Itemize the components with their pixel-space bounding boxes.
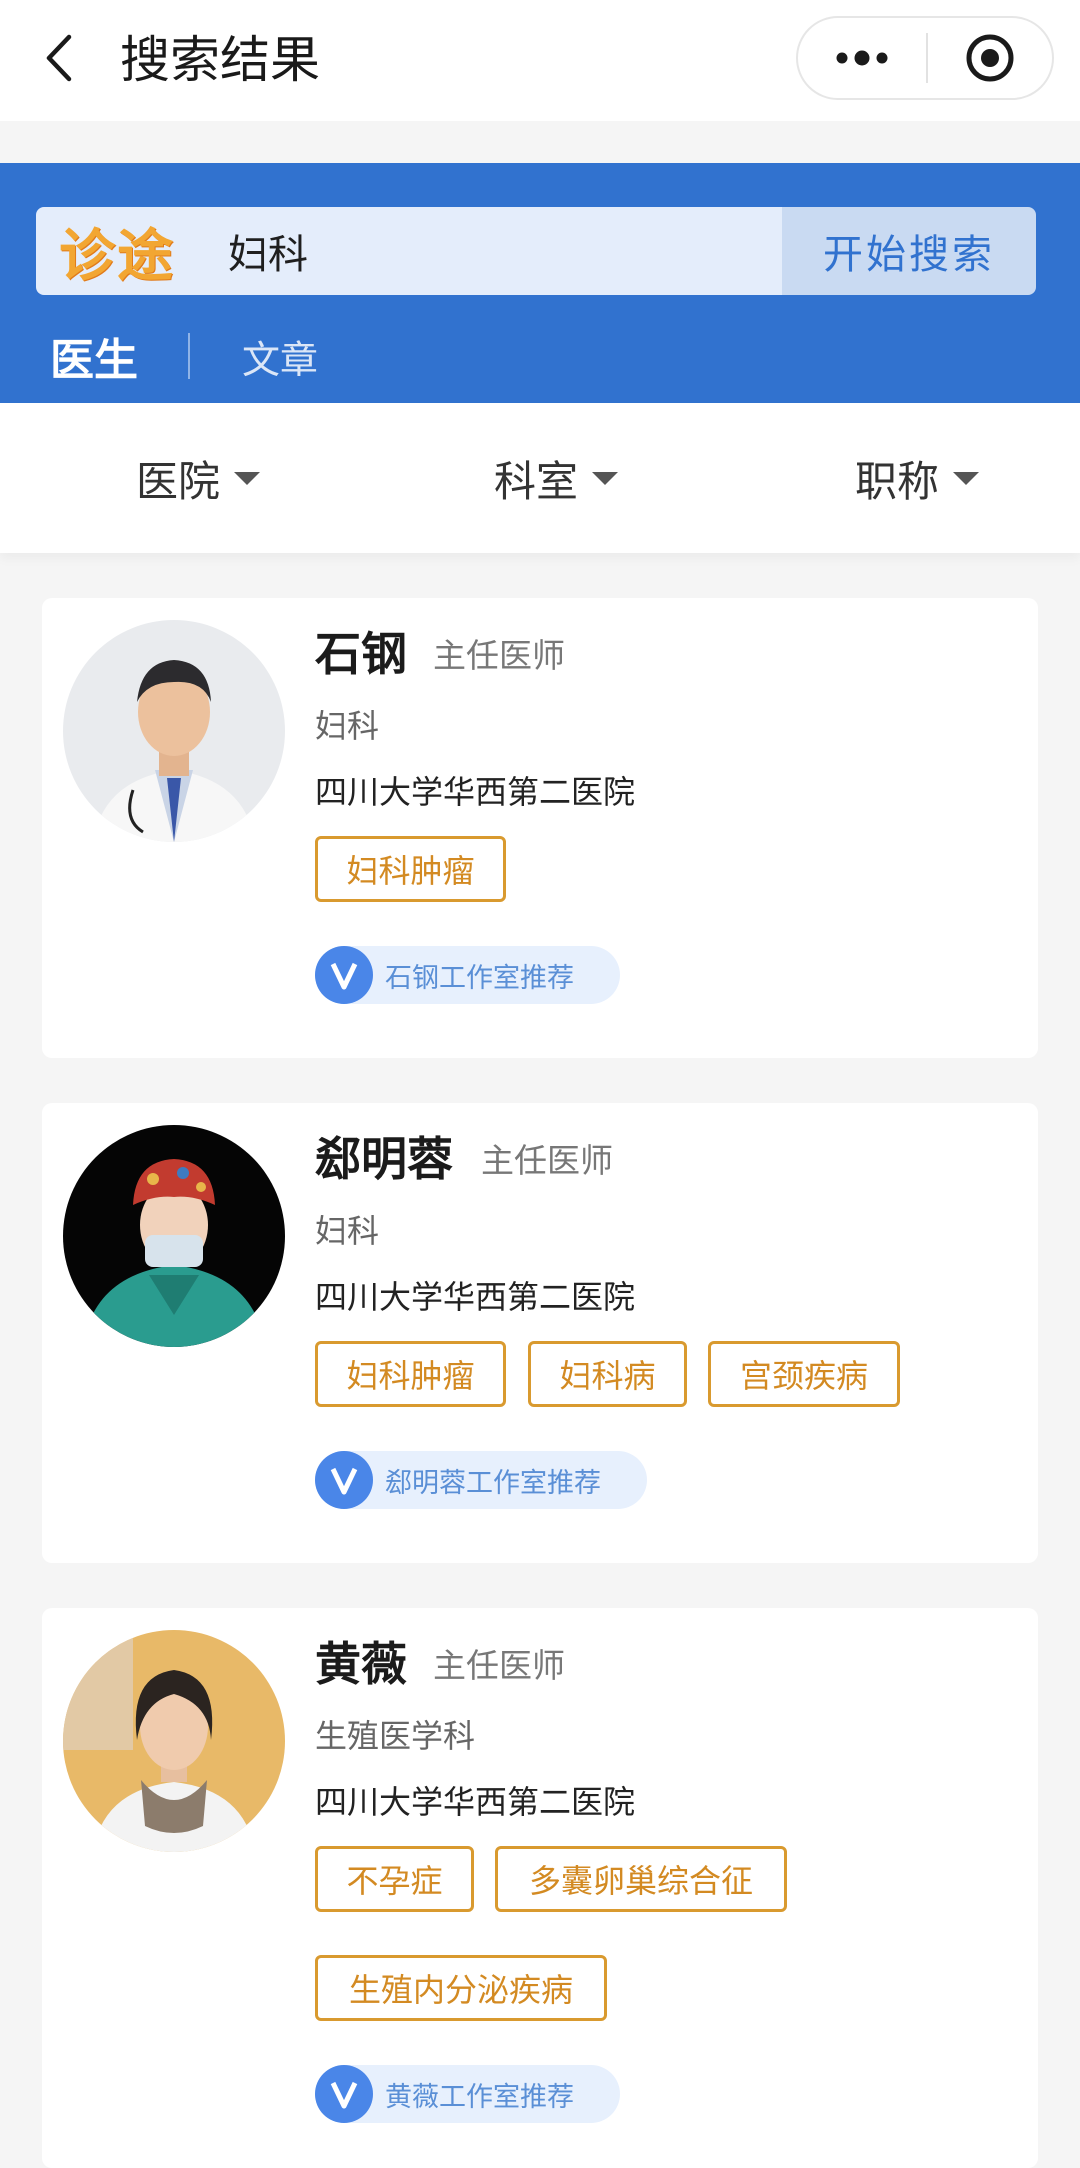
search-input-value[interactable]: 妇科 (228, 222, 308, 280)
doctor-department: 生殖医学科 (315, 1717, 476, 1755)
target-circle-icon (966, 34, 1014, 82)
top-nav-bar: 搜索结果 (0, 0, 1080, 121)
doctor-name: 石钢 (315, 627, 407, 681)
back-button[interactable] (36, 26, 80, 90)
avatar (63, 1125, 285, 1347)
tab-doctors[interactable]: 医生 (50, 324, 138, 388)
caret-down-icon (953, 471, 980, 485)
studio-label: 黄薇工作室推荐 (385, 2081, 574, 2113)
mini-program-capsule (796, 16, 1054, 100)
specialty-tag[interactable]: 妇科肿瘤 (315, 836, 506, 902)
doctor-name: 郄明蓉 (315, 1132, 453, 1186)
search-button[interactable]: 开始搜索 (782, 207, 1036, 295)
filter-hospital-label: 医院 (136, 456, 221, 506)
studio-label: 石钢工作室推荐 (385, 962, 574, 994)
search-field[interactable]: 诊途 妇科 (36, 207, 782, 295)
brand-logo: 诊途 (59, 222, 175, 289)
studio-recommend-badge[interactable]: 黄薇工作室推荐 (315, 2065, 620, 2123)
tab-divider (188, 333, 190, 379)
verified-v-icon (315, 1451, 373, 1509)
doctor-hospital: 四川大学华西第二医院 (315, 1278, 636, 1316)
more-button[interactable] (798, 18, 926, 98)
studio-recommend-badge[interactable]: 郄明蓉工作室推荐 (315, 1451, 647, 1509)
doctor-department: 妇科 (315, 707, 380, 745)
specialty-tag[interactable]: 宫颈疾病 (708, 1341, 900, 1407)
more-dots-icon (836, 50, 888, 66)
caret-down-icon (592, 471, 619, 485)
filter-department-label: 科室 (494, 456, 579, 506)
doctor-name: 黄薇 (315, 1637, 407, 1691)
studio-label: 郄明蓉工作室推荐 (385, 1467, 601, 1499)
filter-title-label: 职称 (855, 456, 940, 506)
specialty-tag[interactable]: 多囊卵巢综合征 (495, 1846, 787, 1912)
verified-v-icon (315, 946, 373, 1004)
studio-recommend-badge[interactable]: 石钢工作室推荐 (315, 946, 620, 1004)
doctor-hospital: 四川大学华西第二医院 (315, 773, 636, 811)
result-tabs: 医生 文章 (50, 321, 318, 391)
doctor-hospital: 四川大学华西第二医院 (315, 1783, 636, 1821)
doctor-department: 妇科 (315, 1212, 380, 1250)
doctor-card[interactable]: 郄明蓉 主任医师 妇科 四川大学华西第二医院 妇科肿瘤 妇科病 宫颈疾病 郄明蓉… (42, 1103, 1038, 1563)
filter-department[interactable]: 科室 (494, 450, 619, 506)
doctor-title: 主任医师 (433, 1646, 565, 1685)
specialty-tag[interactable]: 妇科肿瘤 (315, 1341, 506, 1407)
specialty-tag[interactable]: 生殖内分泌疾病 (315, 1955, 607, 2021)
specialty-tag[interactable]: 妇科病 (528, 1341, 687, 1407)
filter-bar: 医院 科室 职称 (0, 403, 1080, 553)
doctor-title: 主任医师 (433, 636, 565, 675)
verified-v-icon (315, 2065, 373, 2123)
doctor-card[interactable]: 黄薇 主任医师 生殖医学科 四川大学华西第二医院 不孕症 多囊卵巢综合征 生殖内… (42, 1608, 1038, 2168)
avatar (63, 620, 285, 842)
chevron-left-icon (46, 34, 72, 82)
filter-hospital[interactable]: 医院 (136, 450, 261, 506)
page-title: 搜索结果 (120, 31, 320, 89)
close-button[interactable] (928, 18, 1052, 98)
filter-title[interactable]: 职称 (855, 450, 980, 506)
doctor-card[interactable]: 石钢 主任医师 妇科 四川大学华西第二医院 妇科肿瘤 石钢工作室推荐 (42, 598, 1038, 1058)
caret-down-icon (234, 471, 261, 485)
tab-articles[interactable]: 文章 (242, 329, 318, 384)
specialty-tag[interactable]: 不孕症 (315, 1846, 474, 1912)
search-bar: 诊途 妇科 开始搜索 (36, 207, 1036, 295)
avatar (63, 1630, 285, 1852)
search-header: 诊途 妇科 开始搜索 医生 文章 (0, 163, 1080, 403)
doctor-title: 主任医师 (481, 1141, 613, 1180)
